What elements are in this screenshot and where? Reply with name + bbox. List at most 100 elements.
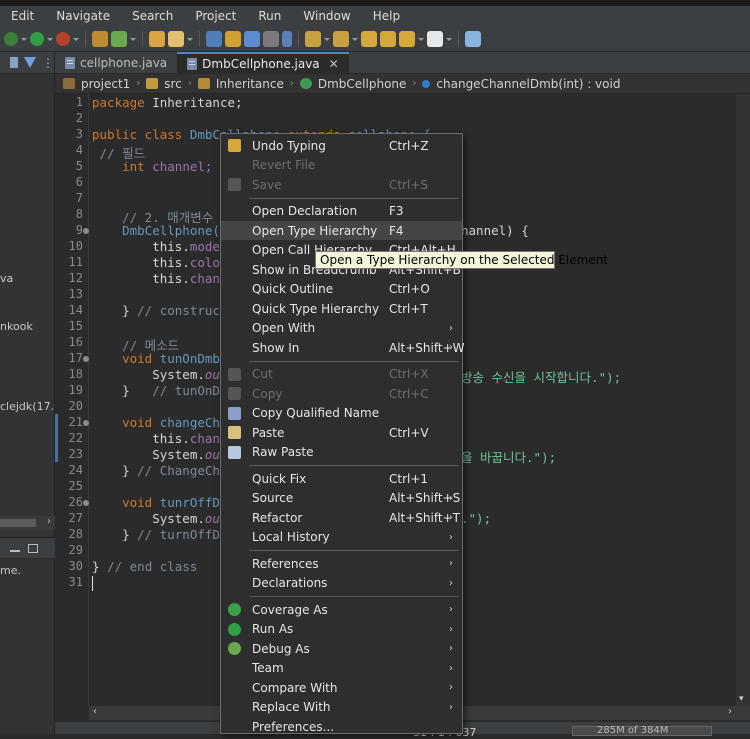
fold-marker-icon[interactable] <box>83 356 89 362</box>
menu-item-debug-as[interactable]: Debug As › <box>221 639 462 658</box>
heap-status[interactable]: 285M of 384M <box>572 726 712 736</box>
chevron-down-icon[interactable] <box>47 31 53 47</box>
line-number: 19 <box>68 383 83 397</box>
last-edit-location-icon[interactable] <box>361 30 377 47</box>
breadcrumb-item-project[interactable]: project1 <box>81 77 130 91</box>
run-icon[interactable] <box>30 31 44 46</box>
maximize-icon[interactable] <box>28 543 38 553</box>
menu-edit[interactable]: Edit <box>0 9 45 23</box>
menu-item-show-in[interactable]: Show In Alt+Shift+W › <box>221 338 465 357</box>
fold-marker-icon[interactable] <box>83 228 89 234</box>
chevron-down-icon[interactable] <box>187 31 193 47</box>
fold-marker-icon[interactable] <box>83 500 89 506</box>
horizontal-scrollbar[interactable]: › <box>0 516 55 530</box>
chevron-down-icon[interactable] <box>324 31 330 47</box>
package-icon <box>197 78 210 89</box>
chevron-down-icon[interactable] <box>352 31 358 47</box>
menu-item-shortcut: Ctrl+Z <box>389 138 429 153</box>
chevron-down-icon[interactable] <box>21 31 27 47</box>
menu-item-team[interactable]: Team › <box>221 659 462 678</box>
menu-project[interactable]: Project <box>184 9 247 23</box>
menu-item-declarations[interactable]: Declarations › <box>221 574 462 593</box>
open-perspective-icon[interactable] <box>465 30 481 47</box>
tab-cellphone-java[interactable]: cellphone.java <box>55 52 177 73</box>
debug-icon <box>228 642 241 655</box>
line-number: 14 <box>68 303 83 317</box>
external-tools-icon[interactable] <box>56 31 70 46</box>
menu-item-cut[interactable]: Cut Ctrl+X <box>221 365 462 384</box>
menu-help[interactable]: Help <box>362 9 411 23</box>
chevron-down-icon[interactable]: ▾ <box>739 694 744 704</box>
menu-item-quick-type-hierarchy[interactable]: Quick Type Hierarchy Ctrl+T <box>221 299 462 318</box>
menu-item-raw-paste[interactable]: Raw Paste <box>221 443 462 462</box>
chevron-down-icon[interactable] <box>418 31 424 47</box>
menu-item-open-declaration[interactable]: Open Declaration F3 <box>221 202 462 221</box>
next-annotation-icon[interactable] <box>305 30 321 47</box>
menu-item-copy[interactable]: Copy Ctrl+C <box>221 384 462 403</box>
breadcrumb-item-package[interactable]: Inheritance <box>216 77 284 91</box>
menu-item-open-type-hierarchy[interactable]: Open Type Hierarchy F4 <box>221 221 462 240</box>
breadcrumb-item-src[interactable]: src <box>164 77 182 91</box>
chevron-down-icon[interactable] <box>73 31 79 47</box>
menu-item-preferences[interactable]: Preferences... <box>221 717 462 736</box>
chevron-down-icon[interactable] <box>446 31 452 47</box>
debug-icon[interactable] <box>4 31 18 46</box>
menu-item-open-with[interactable]: Open With › <box>221 319 462 338</box>
menu-item-save[interactable]: Save Ctrl+S <box>221 175 462 194</box>
menu-item-quick-outline[interactable]: Quick Outline Ctrl+O <box>221 280 462 299</box>
menu-item-references[interactable]: References › <box>221 554 462 573</box>
chevron-down-icon[interactable] <box>130 31 136 47</box>
menu-item-shortcut: Ctrl+V <box>389 425 429 440</box>
tree-item-fragment[interactable]: va <box>0 272 13 285</box>
back-arrow-icon[interactable] <box>399 30 415 47</box>
menu-item-copy-qualified-name[interactable]: Copy Qualified Name <box>221 404 462 423</box>
menu-item-coverage-as[interactable]: Coverage As › <box>221 600 462 619</box>
chevron-left-icon[interactable]: ‹ <box>93 706 97 717</box>
menu-item-quick-fix[interactable]: Quick Fix Ctrl+1 <box>221 469 462 488</box>
search-icon[interactable] <box>168 30 184 47</box>
forward-icon[interactable] <box>427 30 443 47</box>
breadcrumb-item-method[interactable]: changeChannelDmb(int) : void <box>436 77 620 91</box>
collapse-all-icon[interactable] <box>10 57 18 68</box>
menu-item-undo-typing[interactable]: Undo Typing Ctrl+Z <box>221 136 462 155</box>
menu-item-shortcut: Ctrl+C <box>389 386 429 401</box>
tab-dmbcellphone-java[interactable]: DmbCellphone.java ✕ <box>177 52 349 73</box>
open-type-icon[interactable] <box>149 30 165 47</box>
chevron-right-icon[interactable]: › <box>728 706 732 717</box>
menu-item-paste[interactable]: Paste Ctrl+V <box>221 423 462 442</box>
line-number: 27 <box>68 511 83 525</box>
new-package-icon[interactable] <box>111 30 127 47</box>
chevron-right-icon: › <box>449 512 453 523</box>
menu-item-refactor[interactable]: Refactor Alt+Shift+T › <box>221 508 462 527</box>
view-menu-icon[interactable]: ⋮ <box>42 56 54 70</box>
tree-item-fragment[interactable]: nkook <box>0 320 33 333</box>
forward-arrow-icon[interactable] <box>380 30 396 47</box>
whitespace-icon[interactable] <box>244 30 260 47</box>
toggle-mark-occurrences-icon[interactable] <box>206 30 222 47</box>
fold-marker-icon[interactable] <box>83 420 89 426</box>
menu-navigate[interactable]: Navigate <box>45 9 121 23</box>
breadcrumb-item-class[interactable]: DmbCellphone <box>318 77 407 91</box>
minimize-icon[interactable] <box>10 550 20 552</box>
menu-separator <box>249 465 459 466</box>
menu-item-shortcut: Ctrl+1 <box>389 471 429 486</box>
vertical-scrollbar[interactable]: ▾ <box>736 94 750 706</box>
menu-item-revert-file[interactable]: Revert File <box>221 156 462 175</box>
menu-search[interactable]: Search <box>121 9 184 23</box>
previous-annotation-icon[interactable] <box>333 30 349 47</box>
menu-run[interactable]: Run <box>247 9 292 23</box>
menu-window[interactable]: Window <box>292 9 361 23</box>
menu-item-local-history[interactable]: Local History › <box>221 528 462 547</box>
code-line: this.model <box>92 239 228 254</box>
paragraph-icon[interactable] <box>282 30 292 47</box>
filter-icon[interactable] <box>24 57 36 68</box>
menu-item-replace-with[interactable]: Replace With › <box>221 698 462 717</box>
menu-item-source[interactable]: Source Alt+Shift+S › <box>221 489 462 508</box>
chevron-right-icon[interactable]: › <box>47 516 51 527</box>
edit-icon[interactable] <box>225 30 241 47</box>
menu-item-run-as[interactable]: Run As › <box>221 620 462 639</box>
block-selection-icon[interactable] <box>263 30 279 47</box>
new-java-project-icon[interactable] <box>92 30 108 47</box>
close-icon[interactable]: ✕ <box>329 57 339 71</box>
menu-item-compare-with[interactable]: Compare With › <box>221 678 462 697</box>
